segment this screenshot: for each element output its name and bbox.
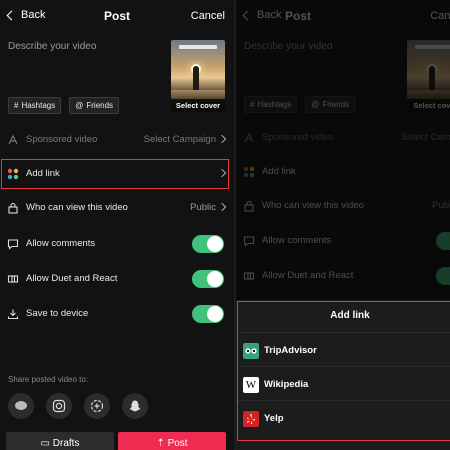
at-icon: @ [75, 101, 84, 110]
toggle-knob [207, 236, 223, 252]
hashtags-label: Hashtags [21, 101, 56, 110]
sheet-highlight [237, 301, 450, 441]
sponsored-icon [8, 134, 18, 145]
instagram-icon[interactable] [46, 393, 72, 419]
hash-icon: # [14, 101, 19, 110]
post-button[interactable]: ⇡ Post [118, 432, 226, 450]
cancel-button[interactable]: Cancel [191, 10, 225, 22]
toggle-knob [207, 271, 223, 287]
post-screen-right: Back Post Canc Describe your video Selec… [236, 0, 450, 450]
allow-comments-row: Allow comments [0, 228, 234, 260]
comment-icon [7, 239, 19, 250]
thumbnail-tree [193, 66, 199, 90]
post-icon: ⇡ [156, 438, 165, 449]
description-input[interactable]: Describe your video [8, 41, 96, 52]
save-device-row: Save to device [0, 298, 234, 330]
who-can-view-label: Who can view this video [26, 202, 128, 213]
allow-comments-label: Allow comments [26, 238, 96, 249]
messages-icon[interactable] [8, 393, 34, 419]
sponsored-value: Select Campaign [143, 134, 216, 145]
share-label: Share posted video to: [8, 375, 89, 384]
allow-comments-toggle[interactable] [192, 235, 224, 253]
hashtags-chip[interactable]: # Hashtags [8, 97, 62, 114]
post-label: Post [167, 438, 188, 449]
who-can-view-row[interactable]: Who can view this video Public [0, 192, 234, 224]
drafts-icon: ▭ [40, 438, 50, 449]
lock-icon [8, 202, 18, 214]
thumbnail-overlay-text [179, 45, 217, 49]
header: Back Post Cancel [0, 0, 234, 34]
cover-thumbnail[interactable]: Select cover [171, 40, 225, 112]
add-link-highlight [1, 159, 229, 189]
toggle-knob [207, 306, 223, 322]
chip-row: # Hashtags @ Friends [8, 97, 120, 114]
download-icon [7, 309, 19, 320]
friends-chip[interactable]: @ Friends [69, 97, 120, 114]
save-device-label: Save to device [26, 308, 89, 319]
add-story-icon[interactable] [84, 393, 110, 419]
drafts-label: Drafts [52, 438, 80, 449]
snapchat-icon[interactable] [122, 393, 148, 419]
friends-label: Friends [86, 101, 114, 110]
allow-duet-toggle[interactable] [192, 270, 224, 288]
allow-duet-label: Allow Duet and React [26, 273, 118, 284]
save-device-toggle[interactable] [192, 305, 224, 323]
who-can-view-value: Public [190, 202, 216, 213]
drafts-button[interactable]: ▭ Drafts [6, 432, 114, 450]
select-cover-label: Select cover [171, 99, 225, 112]
duet-icon [7, 275, 19, 283]
sponsored-video-row[interactable]: Sponsored video Select Campaign [0, 124, 234, 156]
chevron-right-icon [217, 202, 227, 212]
chevron-right-icon [217, 134, 227, 144]
post-screen-left: Back Post Cancel Describe your video Sel… [0, 0, 234, 450]
allow-duet-row: Allow Duet and React [0, 263, 234, 295]
sponsored-label: Sponsored video [26, 134, 98, 145]
